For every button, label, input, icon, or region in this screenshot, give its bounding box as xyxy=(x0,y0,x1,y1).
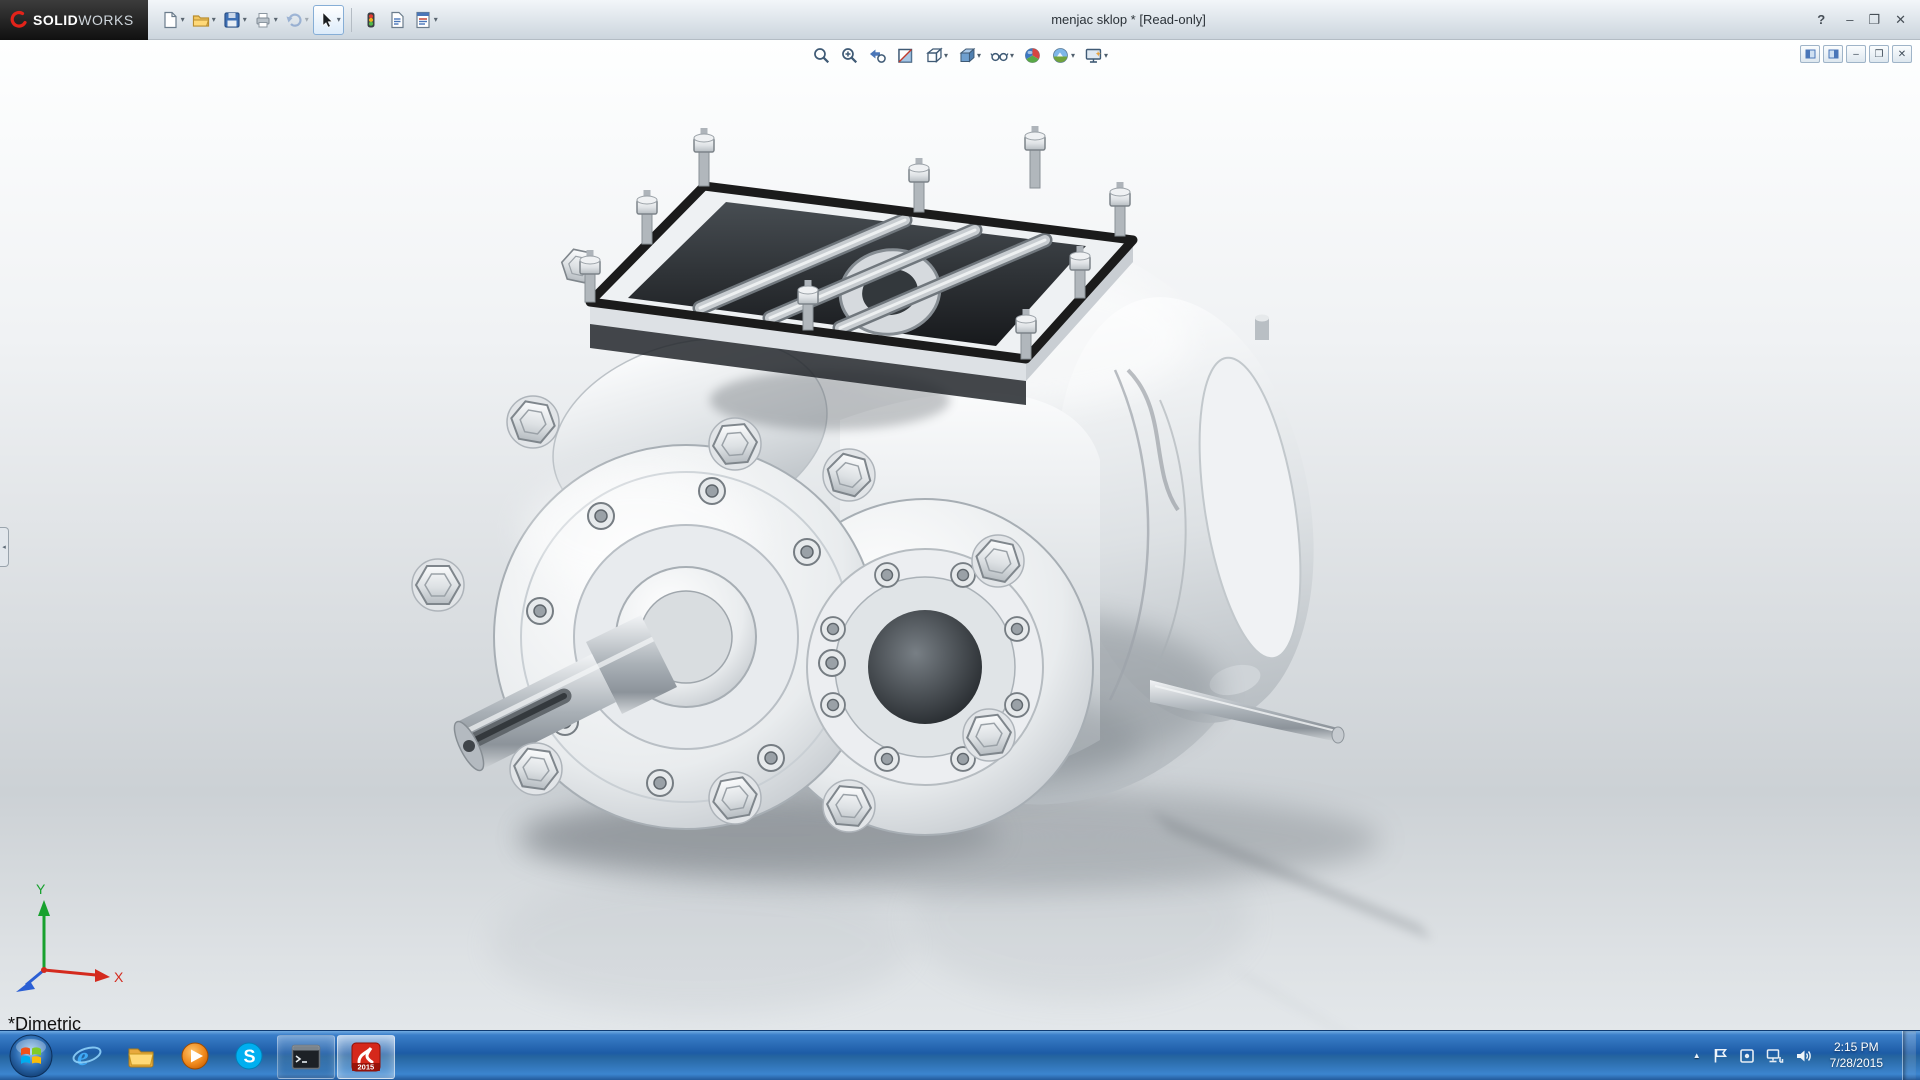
print-icon xyxy=(253,10,273,30)
print-button[interactable]: ▾ xyxy=(251,5,280,35)
appearance-ball-icon xyxy=(1023,46,1042,65)
display-style-button[interactable]: ▾ xyxy=(956,45,982,66)
edit-appearance-button[interactable] xyxy=(1022,45,1043,66)
main-toolbar: ▾ ▾ ▾ ▾ xyxy=(148,5,440,35)
maximize-button[interactable]: ❐ xyxy=(1868,13,1880,26)
taskbar-solidworks[interactable]: 2015 xyxy=(337,1035,395,1079)
svg-text:2015: 2015 xyxy=(358,1063,375,1072)
save-icon xyxy=(222,10,242,30)
help-button[interactable]: ? xyxy=(1817,13,1825,26)
triad-y-label: Y xyxy=(36,881,46,897)
toolbar-separator xyxy=(351,8,352,32)
solidworks-app-icon: 2015 xyxy=(350,1041,382,1073)
network-icon[interactable] xyxy=(1766,1048,1784,1064)
clock-time: 2:15 PM xyxy=(1830,1040,1883,1056)
windows-start-icon xyxy=(9,1034,53,1078)
zoom-to-fit-button[interactable] xyxy=(811,45,832,66)
solidworks-logo: SOLIDWORKS xyxy=(0,0,148,40)
skype-icon: S xyxy=(234,1041,264,1071)
feature-panel-collapsed-tab[interactable]: ◂ xyxy=(0,527,9,567)
section-view-button[interactable] xyxy=(895,45,916,66)
document-restore-button[interactable]: ❐ xyxy=(1869,45,1889,63)
tray-app-icon[interactable] xyxy=(1739,1048,1755,1064)
undo-button[interactable]: ▾ xyxy=(282,5,311,35)
windows-taskbar: e S xyxy=(0,1030,1920,1080)
select-cursor-icon xyxy=(316,10,336,30)
save-button[interactable]: ▾ xyxy=(220,5,249,35)
taskbar-media-player[interactable] xyxy=(168,1031,222,1080)
display-style-cube-icon xyxy=(957,46,976,65)
action-center-flag-icon[interactable] xyxy=(1712,1047,1728,1064)
document-close-button[interactable]: ✕ xyxy=(1892,45,1912,63)
solidworks-window: SOLIDWORKS ▾ ▾ ▾ xyxy=(0,0,1920,1080)
view-settings-button[interactable]: ▾ xyxy=(1083,45,1109,66)
gearbox-3d-model[interactable] xyxy=(0,40,1920,1030)
view-orientation-label: *Dimetric xyxy=(8,1014,81,1030)
apply-scene-button[interactable]: ▾ xyxy=(1050,45,1076,66)
document-title: menjac sklop * [Read-only] xyxy=(440,12,1817,27)
media-player-icon xyxy=(180,1041,210,1071)
dassault-systemes-logo-icon xyxy=(8,10,27,29)
panel-toggle-left-icon xyxy=(1805,49,1816,59)
eyeglasses-icon xyxy=(990,46,1009,65)
command-prompt-icon xyxy=(291,1044,321,1070)
view-settings-monitor-icon xyxy=(1084,46,1103,65)
start-button[interactable] xyxy=(8,1033,54,1079)
zoom-to-fit-icon xyxy=(812,46,831,65)
window-controls: ? – ❐ ✕ xyxy=(1817,13,1920,26)
document-window-controls: – ❐ ✕ xyxy=(1800,45,1912,63)
file-properties-icon xyxy=(387,10,407,30)
previous-view-button[interactable] xyxy=(867,45,888,66)
orientation-triad: Y X xyxy=(6,878,136,998)
apply-scene-icon xyxy=(1051,46,1070,65)
panel-toggle-right-button[interactable] xyxy=(1823,45,1843,63)
show-desktop-button[interactable] xyxy=(1902,1031,1916,1080)
triad-x-label: X xyxy=(114,969,124,985)
taskbar-command-prompt[interactable] xyxy=(277,1035,335,1079)
svg-text:S: S xyxy=(244,1046,256,1066)
select-button[interactable]: ▾ xyxy=(313,5,344,35)
rebuild-button[interactable] xyxy=(359,5,383,35)
system-tray: ▲ 2:15 PM 7/28/2015 xyxy=(1693,1031,1920,1080)
document-minimize-button[interactable]: – xyxy=(1846,45,1866,63)
undo-icon xyxy=(284,10,304,30)
clock-date: 7/28/2015 xyxy=(1830,1056,1883,1072)
internet-explorer-icon: e xyxy=(71,1040,103,1072)
open-button[interactable]: ▾ xyxy=(189,5,218,35)
new-document-button[interactable]: ▾ xyxy=(158,5,187,35)
zoom-to-area-icon xyxy=(840,46,859,65)
view-orientation-button[interactable]: ▾ xyxy=(923,45,949,66)
close-button[interactable]: ✕ xyxy=(1895,13,1906,26)
taskbar-skype[interactable]: S xyxy=(222,1031,276,1080)
section-view-icon xyxy=(896,46,915,65)
options-button[interactable]: ▾ xyxy=(411,5,440,35)
heads-up-view-toolbar: ▾ ▾ ▾ xyxy=(811,45,1109,66)
svg-text:e: e xyxy=(77,1042,89,1071)
brand-text: SOLIDWORKS xyxy=(33,12,134,28)
taskbar-windows-explorer[interactable] xyxy=(114,1031,168,1080)
graphics-viewport[interactable]: ▾ ▾ ▾ xyxy=(0,40,1920,1030)
taskbar-clock[interactable]: 2:15 PM 7/28/2015 xyxy=(1830,1040,1883,1071)
file-properties-button[interactable] xyxy=(385,5,409,35)
panel-toggle-left-button[interactable] xyxy=(1800,45,1820,63)
hide-show-items-button[interactable]: ▾ xyxy=(989,45,1015,66)
show-hidden-icons-button[interactable]: ▲ xyxy=(1693,1051,1701,1060)
view-orientation-cube-icon xyxy=(924,46,943,65)
taskbar-internet-explorer[interactable]: e xyxy=(60,1031,114,1080)
rebuild-traffic-light-icon xyxy=(361,10,381,30)
minimize-button[interactable]: – xyxy=(1846,13,1853,26)
title-bar: SOLIDWORKS ▾ ▾ ▾ xyxy=(0,0,1920,40)
new-document-icon xyxy=(160,10,180,30)
panel-toggle-right-icon xyxy=(1828,49,1839,59)
options-icon xyxy=(413,10,433,30)
previous-view-icon xyxy=(868,46,887,65)
volume-icon[interactable] xyxy=(1795,1048,1813,1064)
zoom-to-area-button[interactable] xyxy=(839,45,860,66)
open-folder-icon xyxy=(191,10,211,30)
folder-icon xyxy=(126,1041,156,1071)
